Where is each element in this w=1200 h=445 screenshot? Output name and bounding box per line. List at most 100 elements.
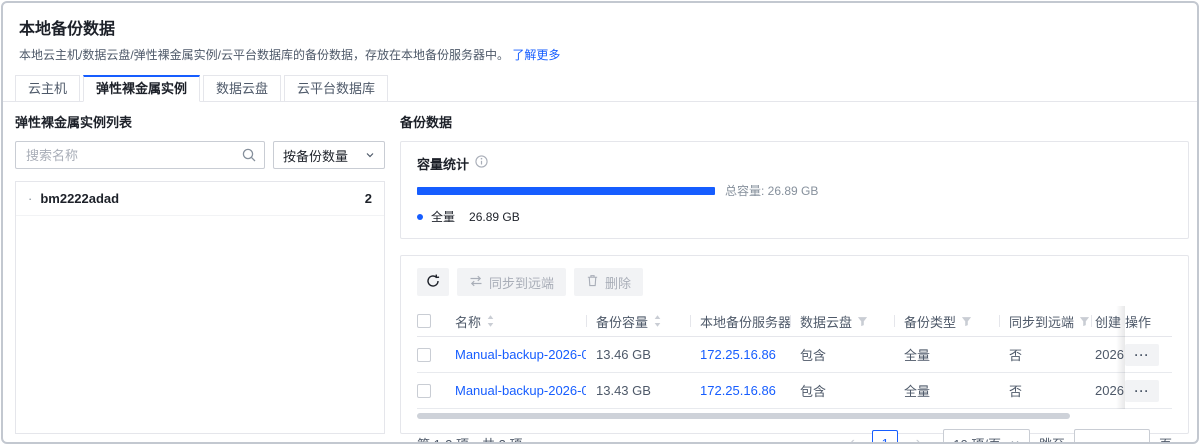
- table-row: Manual-backup-2026-02-2... 13.43 GB 172.…: [417, 373, 1172, 409]
- sort-by-value: 按备份数量: [283, 146, 348, 165]
- next-page-button[interactable]: ›: [907, 431, 929, 444]
- capacity-bar-row: 总容量: 26.89 GB: [417, 182, 1172, 199]
- header-backup-type-label: 备份类型: [904, 312, 956, 331]
- page-unit-label: 页: [1159, 434, 1172, 445]
- jump-to-page-input[interactable]: [1074, 429, 1150, 444]
- header-server-label: 本地备份服务器: [700, 312, 790, 331]
- header-size-label: 备份容量: [596, 312, 648, 331]
- backup-data-panel: 备份数据 容量统计 总容量: 26.89 GB 全量: [400, 102, 1189, 434]
- capacity-progress-fill: [417, 187, 715, 195]
- select-all-checkbox[interactable]: [417, 314, 431, 328]
- row-cell-data-disk: 包含: [790, 381, 894, 400]
- legend-dot-icon: [417, 214, 423, 220]
- more-actions-button[interactable]: ···: [1125, 344, 1159, 366]
- backup-name-link[interactable]: Manual-backup-2026-02-2...: [455, 347, 586, 362]
- row-cell-synced: 否: [999, 345, 1091, 364]
- header-cell-data-disk: 数据云盘: [790, 312, 894, 331]
- filter-icon[interactable]: [857, 316, 868, 327]
- refresh-button[interactable]: [417, 268, 449, 296]
- capacity-title-row: 容量统计: [417, 154, 1172, 173]
- header-cell-checkbox: [417, 314, 455, 328]
- trash-icon: [586, 274, 599, 290]
- main-content: 弹性裸金属实例列表 按备份数量 · bm222: [3, 102, 1197, 442]
- tab-cloud-database[interactable]: 云平台数据库: [284, 75, 388, 102]
- sort-icon[interactable]: [653, 314, 662, 328]
- jump-to-label: 跳至: [1039, 434, 1065, 445]
- row-cell-name: Manual-backup-2026-02-2...: [455, 347, 586, 362]
- filter-icon[interactable]: [961, 316, 972, 327]
- page-subtitle-text: 本地云主机/数据云盘/弹性裸金属实例/云平台数据库的备份数据，存放在本地备份服务…: [19, 48, 509, 62]
- row-cell-backup-type: 全量: [894, 381, 999, 400]
- row-cell-server: 172.25.16.86: [690, 347, 790, 362]
- horizontal-scrollbar[interactable]: [417, 413, 1070, 419]
- row-cell-synced: 否: [999, 381, 1091, 400]
- header-action-label: 操作: [1125, 312, 1151, 331]
- row-cell-action: ···: [1125, 380, 1172, 402]
- row-cell-size: 13.43 GB: [586, 383, 690, 398]
- header-cell-synced: 同步到远端: [999, 312, 1091, 331]
- sort-by-dropdown[interactable]: 按备份数量: [273, 141, 385, 169]
- page-size-select[interactable]: 10 项/页: [943, 429, 1030, 444]
- page-header: 本地备份数据 本地云主机/数据云盘/弹性裸金属实例/云平台数据库的备份数据，存放…: [3, 3, 1197, 63]
- page-container: 本地备份数据 本地云主机/数据云盘/弹性裸金属实例/云平台数据库的备份数据，存放…: [1, 1, 1199, 444]
- backup-table-card: 同步到远端 删除 名称: [400, 255, 1189, 434]
- header-name-label: 名称: [455, 312, 481, 331]
- sort-icon[interactable]: [486, 314, 495, 328]
- prev-page-button[interactable]: ‹: [841, 431, 863, 444]
- more-actions-button[interactable]: ···: [1125, 380, 1159, 402]
- learn-more-link[interactable]: 了解更多: [512, 48, 560, 62]
- list-item[interactable]: · bm2222adad 2: [16, 182, 384, 216]
- sync-to-remote-button[interactable]: 同步到远端: [457, 268, 566, 296]
- row-cell-size: 13.46 GB: [586, 347, 690, 362]
- instance-list-controls: 按备份数量: [15, 141, 385, 169]
- pagination-controls: ‹ 1 › 10 项/页 跳至 页: [841, 429, 1172, 444]
- page-title: 本地备份数据: [19, 15, 1181, 39]
- row-cell-checkbox: [417, 348, 455, 362]
- backup-table: 名称 备份容量 本地备份服务器: [417, 306, 1172, 419]
- pagination-bar: 第 1-2 项，共 2 项 ‹ 1 › 10 项/页 跳至: [417, 419, 1172, 444]
- header-cell-server: 本地备份服务器: [690, 312, 790, 331]
- table-row: Manual-backup-2026-02-2... 13.46 GB 172.…: [417, 337, 1172, 373]
- server-ip-link[interactable]: 172.25.16.86: [700, 347, 776, 362]
- backup-data-title: 备份数据: [400, 112, 1189, 131]
- page-number-button[interactable]: 1: [872, 430, 898, 444]
- row-cell-checkbox: [417, 384, 455, 398]
- header-cell-name: 名称: [455, 312, 586, 331]
- header-cell-backup-type: 备份类型: [894, 312, 999, 331]
- capacity-total-label: 总容量: 26.89 GB: [725, 182, 818, 199]
- tab-data-disk[interactable]: 数据云盘: [203, 75, 281, 102]
- row-cell-server: 172.25.16.86: [690, 383, 790, 398]
- search-icon: [242, 148, 256, 167]
- legend-value: 26.89 GB: [469, 210, 520, 224]
- table-header-row: 名称 备份容量 本地备份服务器: [417, 306, 1172, 337]
- header-cell-size: 备份容量: [586, 312, 690, 331]
- row-cell-action: ···: [1125, 344, 1172, 366]
- sync-to-remote-label: 同步到远端: [489, 273, 554, 292]
- page-size-value: 10 项/页: [953, 434, 1001, 445]
- pagination-summary: 第 1-2 项，共 2 项: [417, 434, 522, 445]
- filter-icon[interactable]: [1079, 316, 1090, 327]
- instance-list-panel: 弹性裸金属实例列表 按备份数量 · bm222: [15, 102, 385, 434]
- tab-baremetal-instance[interactable]: 弹性裸金属实例: [83, 75, 200, 102]
- info-icon[interactable]: [475, 155, 488, 173]
- row-checkbox[interactable]: [417, 384, 431, 398]
- delete-label: 删除: [605, 273, 631, 292]
- row-cell-backup-type: 全量: [894, 345, 999, 364]
- server-ip-link[interactable]: 172.25.16.86: [700, 383, 776, 398]
- tab-bar: 云主机 弹性裸金属实例 数据云盘 云平台数据库: [3, 75, 1197, 102]
- capacity-title: 容量统计: [417, 154, 469, 173]
- header-data-disk-label: 数据云盘: [800, 312, 852, 331]
- search-input[interactable]: [15, 141, 265, 169]
- header-cell-action: 操作: [1125, 312, 1172, 331]
- backup-name-link[interactable]: Manual-backup-2026-02-2...: [455, 383, 586, 398]
- capacity-progress-bar: [417, 187, 715, 195]
- fixed-column-shadow: [1116, 306, 1125, 409]
- delete-button[interactable]: 删除: [574, 268, 643, 296]
- tab-cloud-host[interactable]: 云主机: [15, 75, 80, 102]
- refresh-icon: [426, 274, 440, 291]
- sync-arrows-icon: [469, 275, 483, 290]
- chevron-down-icon: [365, 148, 375, 163]
- legend-label: 全量: [431, 208, 455, 225]
- backup-count-badge: 2: [365, 191, 372, 206]
- row-checkbox[interactable]: [417, 348, 431, 362]
